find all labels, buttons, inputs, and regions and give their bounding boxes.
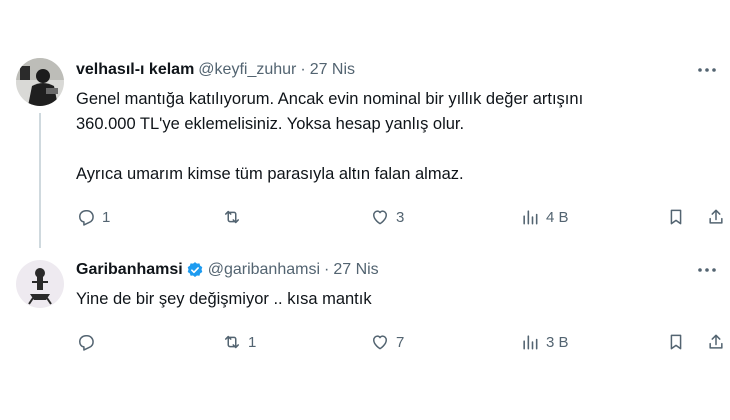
tweet-1[interactable]: velhasıl-ı kelam @keyfi_zuhur · 27 Nis G… xyxy=(0,0,730,250)
bookmark-icon xyxy=(670,334,682,350)
like-count: 7 xyxy=(396,333,405,351)
tweet-2[interactable]: Garibanhamsi @garibanhamsi · 27 Nis Yine… xyxy=(0,250,730,420)
tweet-header: velhasıl-ı kelam @keyfi_zuhur · 27 Nis xyxy=(76,60,355,80)
views-count: 3 B xyxy=(546,333,569,351)
user-handle[interactable]: @garibanhamsi xyxy=(208,260,320,280)
reply-icon xyxy=(79,335,94,351)
tweet-date[interactable]: 27 Nis xyxy=(310,60,355,80)
like-count: 3 xyxy=(396,208,405,226)
views-icon xyxy=(523,335,538,350)
tweet-text: Genel mantığa katılıyorum. Ancak evin no… xyxy=(76,90,584,183)
thread-line xyxy=(39,113,41,248)
display-name[interactable]: Garibanhamsi xyxy=(76,260,183,280)
tweet-actions: 1 7 3 B xyxy=(76,330,723,354)
avatar[interactable] xyxy=(16,260,64,308)
like-button[interactable]: 7 xyxy=(370,330,404,354)
user-handle[interactable]: @keyfi_zuhur xyxy=(198,60,296,80)
bookmark-button[interactable] xyxy=(666,205,686,229)
separator-dot: · xyxy=(324,261,330,278)
like-icon xyxy=(373,335,387,350)
more-icon[interactable] xyxy=(696,60,718,80)
display-name[interactable]: velhasıl-ı kelam xyxy=(76,60,194,80)
avatar-photo xyxy=(16,58,64,106)
bookmark-icon xyxy=(670,209,682,225)
tweet-date[interactable]: 27 Nis xyxy=(333,260,378,280)
tweet-actions: 1 3 4 B xyxy=(76,205,723,229)
more-icon[interactable] xyxy=(696,260,718,280)
views-button[interactable]: 3 B xyxy=(520,330,569,354)
retweet-button[interactable]: 1 xyxy=(222,330,256,354)
retweet-icon xyxy=(225,210,239,224)
bookmark-button[interactable] xyxy=(666,330,686,354)
like-button[interactable]: 3 xyxy=(370,205,404,229)
tweet-header: Garibanhamsi @garibanhamsi · 27 Nis xyxy=(76,260,379,280)
tweet-text: Yine de bir şey değişmiyor .. kısa mantı… xyxy=(76,290,372,308)
retweet-count: 1 xyxy=(248,333,257,351)
share-icon xyxy=(709,334,723,349)
retweet-icon xyxy=(225,335,239,349)
separator-dot: · xyxy=(300,61,306,78)
reply-count: 1 xyxy=(102,208,111,226)
views-icon xyxy=(523,210,538,225)
verified-badge-icon xyxy=(186,261,204,279)
avatar-drawing xyxy=(16,260,64,308)
share-button[interactable] xyxy=(706,330,726,354)
reply-button[interactable]: 1 xyxy=(76,205,110,229)
share-icon xyxy=(709,209,723,224)
views-button[interactable]: 4 B xyxy=(520,205,569,229)
like-icon xyxy=(373,210,387,225)
retweet-button[interactable] xyxy=(222,205,248,229)
avatar[interactable] xyxy=(16,58,64,106)
reply-button[interactable] xyxy=(76,330,102,354)
views-count: 4 B xyxy=(546,208,569,226)
share-button[interactable] xyxy=(706,205,726,229)
reply-icon xyxy=(79,210,94,226)
